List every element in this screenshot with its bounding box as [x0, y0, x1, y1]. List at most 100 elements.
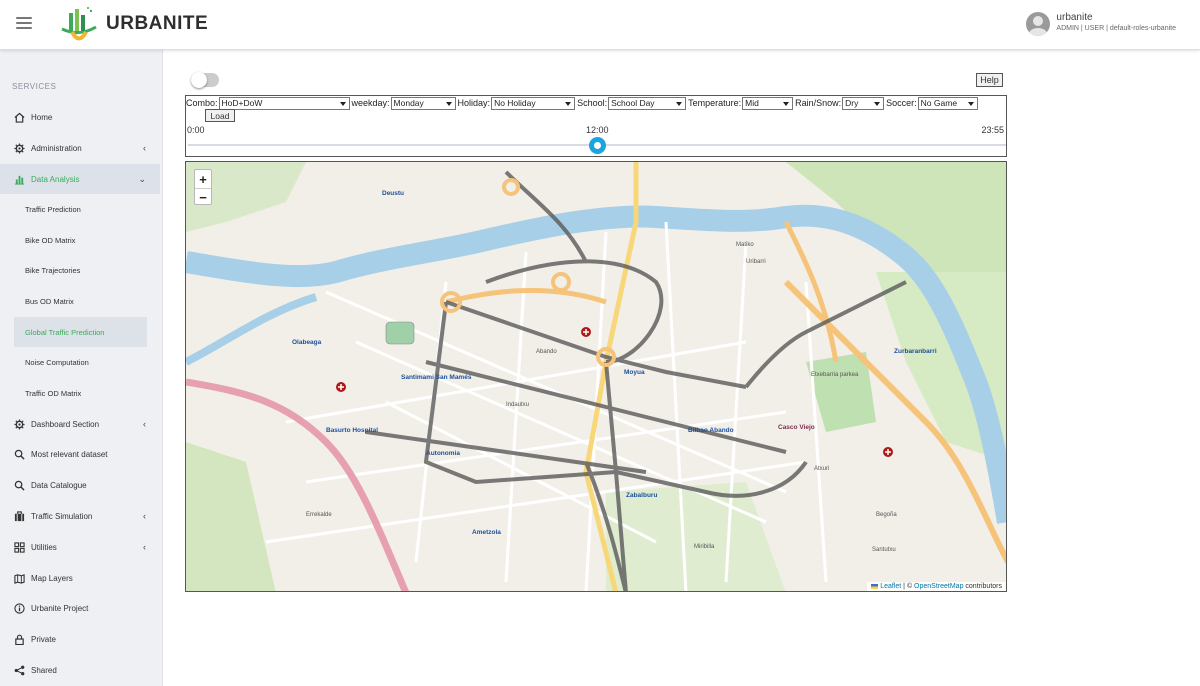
sidebar-item-label: Urbanite Project [31, 603, 89, 613]
traffic-map[interactable]: Deustu Olabeaga Abando Moyua Basurto Hos… [185, 161, 1007, 592]
weekday-select-value: Monday [393, 98, 424, 108]
sidebar-subitem-global-traffic-prediction[interactable]: Global Traffic Prediction [14, 317, 147, 347]
search-icon [13, 448, 25, 460]
holiday-label: Holiday: [457, 98, 491, 108]
leaflet-flag-icon [871, 583, 879, 589]
sidebar-item-data-catalogue[interactable]: Data Catalogue [0, 471, 160, 499]
school-label: School: [577, 98, 608, 108]
map-label: Basurto Hospital [326, 427, 379, 434]
grid-icon [13, 541, 25, 553]
sidebar-subitem-label: Bike Trajectories [25, 265, 81, 275]
combo-select[interactable]: HoD+DoW [218, 96, 350, 110]
sidebar-subitem-traffic-prediction[interactable]: Traffic Prediction [14, 194, 147, 224]
sidebar-item-data-analysis[interactable]: Data Analysis ⌄ [0, 164, 160, 194]
sidebar-subitem-label: Noise Computation [25, 357, 89, 367]
chevron-left-icon: ‹ [143, 511, 146, 521]
sidebar-item-urbanite-project[interactable]: Urbanite Project [0, 594, 160, 622]
leaflet-link[interactable]: Leaflet [880, 583, 901, 590]
temperature-label: Temperature: [688, 98, 742, 108]
sidebar-item-traffic-simulation[interactable]: Traffic Simulation ‹ [0, 502, 160, 530]
share-icon [13, 664, 25, 676]
user-roles: ADMIN | USER | default-roles-urbanite [1056, 25, 1176, 32]
school-select[interactable]: School Day [608, 96, 687, 110]
user-menu[interactable]: urbanite ADMIN | USER | default-roles-ur… [1026, 12, 1176, 38]
rain-snow-select-value: Dry [845, 98, 859, 108]
chevron-left-icon: ‹ [143, 542, 146, 552]
sidebar-item-home[interactable]: Home [0, 103, 160, 131]
sidebar-item-label: Most relevant dataset [31, 449, 108, 459]
map-label: Etxebarria parkea [811, 372, 859, 378]
map-attribution: Leaflet | © OpenStreetMap contributors [867, 582, 1006, 591]
zoom-in-button[interactable]: + [195, 170, 211, 188]
sidebar-subitem-label: Global Traffic Prediction [25, 327, 105, 337]
sidebar: SERVICES Home Administration ‹ Data Anal… [0, 50, 163, 686]
osm-link[interactable]: OpenStreetMap [914, 583, 963, 590]
map-label: Begoña [876, 512, 897, 518]
help-button[interactable]: Help [976, 73, 1003, 87]
rain-snow-select[interactable]: Dry [842, 96, 885, 110]
chevron-left-icon: ‹ [143, 143, 146, 153]
sidebar-item-administration[interactable]: Administration ‹ [0, 134, 160, 162]
avatar[interactable] [1026, 12, 1051, 36]
app-header: URBANITE urbanite ADMIN | USER | default… [0, 0, 1200, 50]
map-label: Autonomia [426, 450, 460, 457]
sidebar-item-utilities[interactable]: Utilities ‹ [0, 533, 160, 561]
sidebar-item-label: Private [31, 634, 56, 644]
sidebar-item-label: Administration [31, 143, 82, 153]
sidebar-subitem-traffic-od-matrix[interactable]: Traffic OD Matrix [14, 378, 147, 408]
weekday-label: weekday: [351, 98, 390, 108]
sidebar-subitem-label: Traffic OD Matrix [25, 388, 82, 398]
layer-toggle-switch[interactable] [191, 72, 219, 88]
gear-icon [13, 142, 25, 154]
sidebar-item-private[interactable]: Private [0, 625, 160, 653]
time-end-label: 23:55 [981, 125, 1004, 135]
map-label: Errekalde [306, 512, 332, 518]
attribution-separator: | © [901, 583, 915, 590]
sidebar-subitem-bike-od-matrix[interactable]: Bike OD Matrix [14, 225, 147, 255]
map-label: Ametzola [472, 529, 501, 536]
weekday-select[interactable]: Monday [390, 96, 456, 110]
map-label: Bilbao Abando [688, 427, 734, 434]
sidebar-section-title: SERVICES [12, 82, 57, 91]
gear-icon [13, 418, 25, 430]
sidebar-item-label: Home [31, 112, 53, 122]
load-button[interactable]: Load [205, 109, 235, 122]
sidebar-item-dashboard-section[interactable]: Dashboard Section ‹ [0, 410, 160, 438]
map-label: Zurbaranbarri [894, 348, 937, 355]
map-label: Moyua [624, 369, 645, 376]
map-tiles [186, 162, 1006, 591]
urbanite-logo [61, 7, 97, 41]
sidebar-item-label: Utilities [31, 542, 57, 552]
temperature-select[interactable]: Mid [742, 96, 794, 110]
soccer-select-value: No Game [920, 98, 958, 108]
holiday-select[interactable]: No Holiday [491, 96, 576, 110]
combo-label: Combo: [186, 98, 218, 108]
map-label: Atxuri [814, 466, 830, 472]
sidebar-subitem-bus-od-matrix[interactable]: Bus OD Matrix [14, 286, 147, 316]
time-slider-handle[interactable] [589, 137, 606, 154]
rain-snow-label: Rain/Snow: [795, 98, 842, 108]
soccer-select[interactable]: No Game [917, 96, 978, 110]
map-label: Santutxu [872, 547, 896, 553]
sidebar-item-shared[interactable]: Shared [0, 656, 160, 684]
sidebar-item-most-relevant-dataset[interactable]: Most relevant dataset [0, 440, 160, 468]
bar-chart-icon [13, 173, 25, 185]
combo-select-value: HoD+DoW [221, 98, 263, 108]
sidebar-subitem-label: Bike OD Matrix [25, 235, 76, 245]
time-current-label: 12:00 [586, 125, 609, 135]
sidebar-subitem-bike-trajectories[interactable]: Bike Trajectories [14, 255, 147, 285]
map-label: Santimami San Mamés [401, 374, 472, 381]
map-label: Matiko [736, 242, 754, 248]
menu-icon[interactable] [16, 17, 32, 31]
zoom-out-button[interactable]: − [195, 188, 211, 206]
time-start-label: 0:00 [187, 125, 205, 135]
map-label: Abando [536, 349, 557, 355]
sidebar-item-map-layers[interactable]: Map Layers [0, 564, 160, 592]
map-label: Uribarri [746, 259, 766, 265]
search-icon [13, 479, 25, 491]
sidebar-subitem-noise-computation[interactable]: Noise Computation [14, 347, 147, 377]
attribution-suffix: contributors [963, 583, 1002, 590]
school-select-value: School Day [611, 98, 655, 108]
toggle-knob [191, 72, 207, 88]
sidebar-item-label: Data Catalogue [31, 480, 87, 490]
